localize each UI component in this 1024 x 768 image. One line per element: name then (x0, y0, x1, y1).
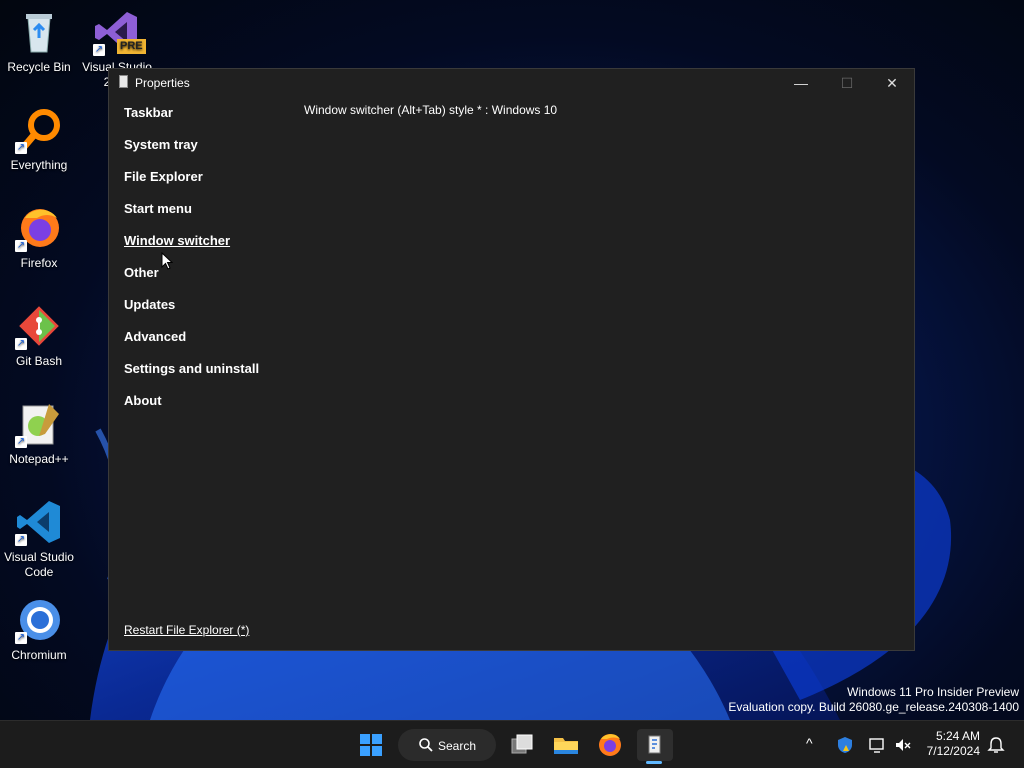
taskbar-search-button[interactable]: Search (398, 729, 496, 761)
system-clock[interactable]: 5:24 AM 7/12/2024 (918, 729, 980, 759)
properties-app-icon (648, 735, 661, 754)
nav-item-settings-and-uninstall[interactable]: Settings and uninstall (124, 357, 259, 389)
properties-taskbar-button[interactable] (637, 729, 673, 761)
mouse-cursor-icon (161, 252, 173, 270)
nav-item-other[interactable]: Other (124, 261, 259, 293)
desktop-icon-chromium[interactable]: ↗ Chromium (0, 596, 78, 663)
chromium-icon: ↗ (15, 596, 63, 644)
nav-item-updates[interactable]: Updates (124, 293, 259, 325)
window-titlebar[interactable]: Properties — ☐ ✕ (109, 69, 914, 97)
shortcut-arrow-icon: ↗ (15, 142, 27, 154)
taskbar: Search ^ 5:24 AM 7/12/2024 (0, 720, 1024, 768)
desktop-icon-label: Recycle Bin (7, 60, 71, 74)
notification-bell-icon[interactable] (987, 736, 1005, 754)
shortcut-arrow-icon: ↗ (93, 44, 105, 56)
watermark-build: Evaluation copy. Build 26080.ge_release.… (728, 700, 1019, 714)
volume-muted-icon[interactable] (894, 736, 912, 754)
desktop-icon-recycle-bin[interactable]: Recycle Bin (0, 8, 78, 75)
firefox-icon: ↗ (15, 204, 63, 252)
firefox-taskbar-button[interactable] (594, 729, 626, 761)
windows-logo-icon (360, 734, 382, 756)
clock-date: 7/12/2024 (926, 744, 980, 758)
notepad-plus-plus-icon: ↗ (15, 400, 63, 448)
desktop-icon-label: Git Bash (15, 354, 63, 368)
windows-security-icon[interactable] (836, 736, 854, 754)
desktop-icon-label: Firefox (20, 256, 58, 270)
everything-icon: ↗ (15, 106, 63, 154)
settings-nav: Taskbar System tray File Explorer Start … (124, 101, 259, 421)
shortcut-arrow-icon: ↗ (15, 436, 27, 448)
nav-item-file-explorer[interactable]: File Explorer (124, 165, 259, 197)
show-hidden-icons-chevron-icon[interactable]: ^ (806, 735, 813, 751)
active-app-indicator (646, 761, 662, 764)
nav-item-system-tray[interactable]: System tray (124, 133, 259, 165)
app-icon (119, 75, 128, 88)
close-button[interactable]: ✕ (869, 69, 915, 97)
shortcut-arrow-icon: ↗ (15, 338, 27, 350)
desktop-icon-label: Everything (10, 158, 68, 172)
properties-window: Properties — ☐ ✕ Taskbar System tray Fil… (108, 68, 915, 651)
evaluation-watermark: Windows 11 Pro Insider Preview Evaluatio… (728, 685, 1019, 715)
visual-studio-icon: ↗ PRE (93, 8, 146, 56)
desktop-icon-everything[interactable]: ↗ Everything (0, 106, 78, 173)
task-view-icon (511, 734, 533, 754)
desktop-icon-git-bash[interactable]: ↗ Git Bash (0, 302, 78, 369)
task-view-button[interactable] (506, 729, 538, 761)
file-explorer-taskbar-button[interactable] (550, 729, 582, 761)
nav-item-window-switcher[interactable]: Window switcher (124, 229, 259, 261)
start-button[interactable] (355, 729, 387, 761)
minimize-button[interactable]: — (778, 69, 824, 97)
preview-badge: PRE (117, 39, 146, 54)
nav-item-start-menu[interactable]: Start menu (124, 197, 259, 229)
restart-file-explorer-link[interactable]: Restart File Explorer (*) (124, 623, 249, 637)
recycle-bin-icon (15, 8, 63, 56)
nav-item-taskbar[interactable]: Taskbar (124, 101, 259, 133)
desktop-icon-vscode[interactable]: ↗ Visual Studio Code (0, 498, 78, 580)
desktop-icon-label: Notepad++ (9, 452, 69, 466)
maximize-button[interactable]: ☐ (824, 69, 870, 97)
nav-item-about[interactable]: About (124, 389, 259, 421)
git-bash-icon: ↗ (15, 302, 63, 350)
shortcut-arrow-icon: ↗ (15, 534, 27, 546)
search-icon (419, 738, 433, 752)
shortcut-arrow-icon: ↗ (15, 632, 27, 644)
watermark-edition: Windows 11 Pro Insider Preview (847, 685, 1019, 699)
network-icon[interactable] (868, 736, 886, 754)
window-switcher-style-setting[interactable]: Window switcher (Alt+Tab) style * : Wind… (304, 103, 557, 117)
clock-time: 5:24 AM (935, 729, 980, 743)
desktop-icon-firefox[interactable]: ↗ Firefox (0, 204, 78, 271)
search-label: Search (438, 739, 477, 753)
nav-item-advanced[interactable]: Advanced (124, 325, 259, 357)
firefox-icon (599, 734, 621, 756)
window-title: Properties (135, 76, 190, 90)
shortcut-arrow-icon: ↗ (15, 240, 27, 252)
desktop-icon-label: Chromium (11, 648, 67, 662)
desktop-icon-notepad-plus-plus[interactable]: ↗ Notepad++ (0, 400, 78, 467)
folder-icon (554, 738, 578, 754)
desktop-icon-label: Visual Studio Code (4, 550, 74, 579)
vscode-icon: ↗ (15, 498, 63, 546)
